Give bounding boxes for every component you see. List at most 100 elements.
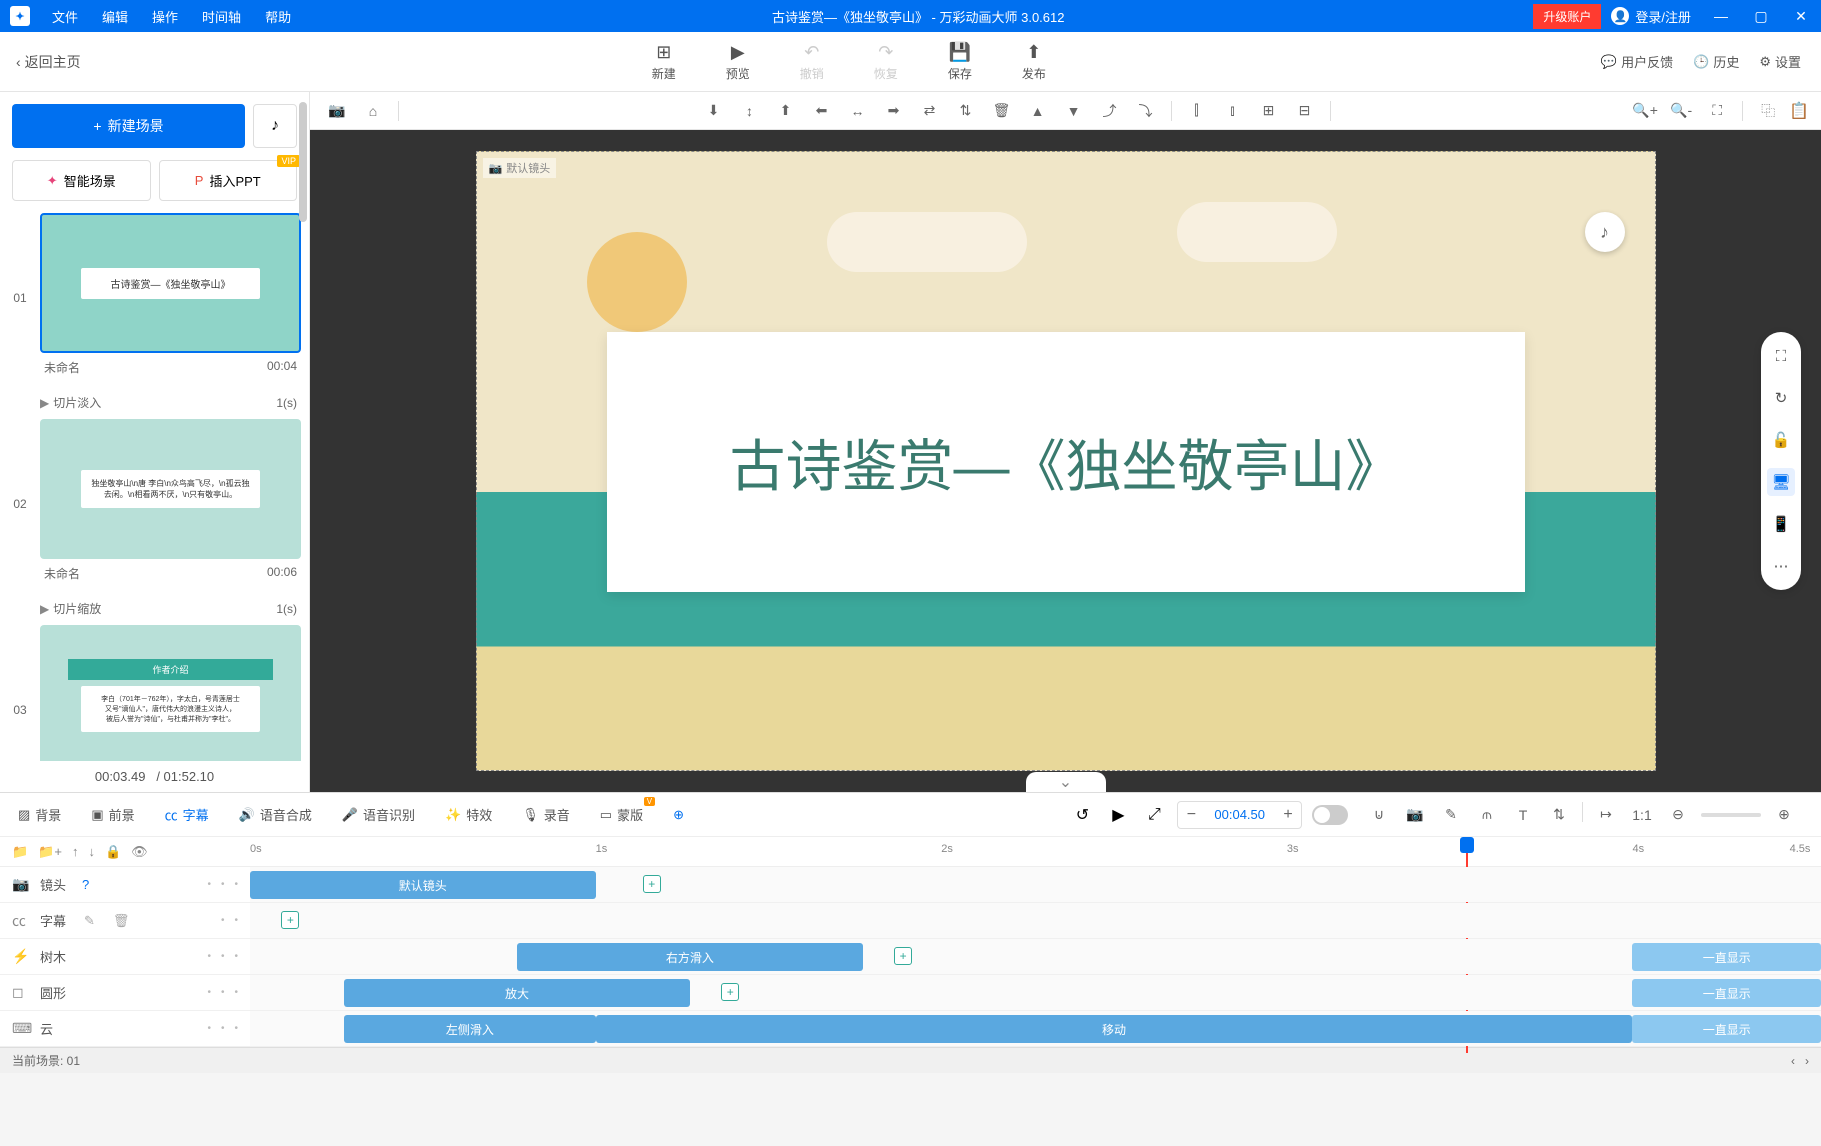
text-tool[interactable]: T: [1510, 802, 1536, 828]
paste-tool[interactable]: 📋: [1789, 101, 1809, 121]
tab-subtitle[interactable]: ㏄字幕: [159, 801, 215, 828]
track-dot[interactable]: •: [221, 1023, 225, 1034]
redo-button[interactable]: ↷恢复: [874, 42, 898, 82]
track-dot[interactable]: •: [221, 915, 225, 926]
music-float-button[interactable]: ♪: [1585, 212, 1625, 252]
track-dot[interactable]: •: [207, 1023, 211, 1034]
zoom-out-button[interactable]: ⊖: [1665, 802, 1691, 828]
smart-scene-button[interactable]: ✦智能场景: [12, 160, 151, 201]
new-scene-button[interactable]: +新建场景: [12, 104, 245, 148]
title-box[interactable]: 古诗鉴赏—《独坐敬亭山》: [607, 332, 1525, 592]
sun-shape[interactable]: [587, 232, 687, 332]
back-button[interactable]: ‹ 返回主页: [0, 52, 97, 72]
clip-always-show[interactable]: 一直显示: [1632, 979, 1821, 1007]
layer-bottom-tool[interactable]: ⤵: [1131, 96, 1161, 126]
expand-button[interactable]: ⤢: [1141, 802, 1167, 828]
save-button[interactable]: 💾保存: [948, 42, 972, 82]
tab-record[interactable]: 🎙录音: [516, 801, 576, 828]
rewind-button[interactable]: ↺: [1069, 802, 1095, 828]
scroll-left-button[interactable]: ‹: [1791, 1054, 1795, 1068]
align-left-tool[interactable]: ⬅: [807, 96, 837, 126]
track-dot[interactable]: •: [207, 879, 211, 890]
settings-button[interactable]: ⚙设置: [1759, 52, 1801, 71]
menu-help[interactable]: 帮助: [253, 0, 303, 32]
home-tool[interactable]: ⌂: [358, 96, 388, 126]
cloud-shape[interactable]: [827, 212, 1027, 272]
desktop-view-tool[interactable]: 🖥: [1767, 468, 1795, 496]
delete-icon[interactable]: 🗑: [113, 913, 130, 929]
flip-h-tool[interactable]: ⇄: [915, 96, 945, 126]
add-keyframe-button[interactable]: +: [281, 911, 299, 929]
scrollbar-thumb[interactable]: [299, 102, 307, 222]
zoom-in-tool[interactable]: 🔍+: [1630, 96, 1660, 126]
group-tool[interactable]: ⊞: [1254, 96, 1284, 126]
add-keyframe-button[interactable]: +: [894, 947, 912, 965]
camera-tool[interactable]: 📷: [322, 96, 352, 126]
new-button[interactable]: ⊞新建: [652, 42, 676, 82]
tab-effect[interactable]: ✨特效: [439, 801, 498, 828]
folder-icon[interactable]: 📁: [12, 844, 28, 860]
snap-tool[interactable]: ⊍: [1366, 802, 1392, 828]
distribute-v-tool[interactable]: ⫾: [1218, 96, 1248, 126]
more-tool[interactable]: ⋯: [1767, 552, 1795, 580]
tab-foreground[interactable]: ▣前景: [85, 801, 140, 828]
maximize-button[interactable]: ▢: [1741, 0, 1781, 32]
time-minus-button[interactable]: −: [1178, 802, 1204, 828]
canvas-viewport[interactable]: 📷默认镜头 古诗鉴赏—《独坐敬亭山》 ♪ ⛶ ↻ 🔓 🖥 📱 ⋯ ⌄: [310, 130, 1821, 792]
scene-item[interactable]: 02 独坐敬亭山\n唐 李白\n众鸟高飞尽，\n孤云独去闲。\n相看两不厌，\n…: [8, 419, 301, 588]
publish-button[interactable]: ⬆发布: [1022, 42, 1046, 82]
minimize-button[interactable]: —: [1701, 0, 1741, 32]
zoom-out-tool[interactable]: 🔍-: [1666, 96, 1696, 126]
upgrade-button[interactable]: 升级账户: [1533, 4, 1601, 29]
track-dot[interactable]: •: [234, 915, 238, 926]
track-dot[interactable]: •: [221, 879, 225, 890]
clip-slide-right[interactable]: 右方滑入: [517, 943, 863, 971]
align-middle-tool[interactable]: ↕: [735, 96, 765, 126]
playhead[interactable]: [1460, 837, 1474, 853]
scene-transition[interactable]: ▶切片缩放1(s): [8, 596, 301, 625]
track-dot[interactable]: •: [234, 987, 238, 998]
tab-asr[interactable]: 🎤语音识别: [336, 801, 421, 828]
title-text[interactable]: 古诗鉴赏—《独坐敬亭山》: [730, 422, 1402, 503]
layer-top-tool[interactable]: ⤴: [1095, 96, 1125, 126]
preview-button[interactable]: ▶预览: [726, 42, 750, 82]
tab-tts[interactable]: 🔊语音合成: [233, 801, 318, 828]
folder-add-icon[interactable]: 📁+: [38, 844, 62, 860]
lock-tool[interactable]: 🔓: [1767, 426, 1795, 454]
filter-tool[interactable]: ⫙: [1474, 802, 1500, 828]
flip-v-tool[interactable]: ⇅: [951, 96, 981, 126]
sort-tool[interactable]: ⇅: [1546, 802, 1572, 828]
track-dot[interactable]: •: [234, 1023, 238, 1034]
scene-transition[interactable]: ▶切片淡入1(s): [8, 390, 301, 419]
clip-camera[interactable]: 默认镜头: [250, 871, 596, 899]
import-ppt-button[interactable]: P插入PPTVIP: [159, 160, 298, 201]
camera-tool[interactable]: 📷: [1402, 802, 1428, 828]
edit-icon[interactable]: ✎: [84, 913, 95, 929]
fullscreen-tool[interactable]: ⛶: [1767, 342, 1795, 370]
edit-tool[interactable]: ✎: [1438, 802, 1464, 828]
align-center-tool[interactable]: ↔: [843, 96, 873, 126]
menu-file[interactable]: 文件: [40, 0, 90, 32]
scene-thumbnail[interactable]: 古诗鉴赏—《独坐敬亭山》: [40, 213, 301, 353]
align-bottom-tool[interactable]: ⬇: [699, 96, 729, 126]
tab-overlay[interactable]: ▭蒙版V: [594, 801, 649, 828]
ungroup-tool[interactable]: ⊟: [1290, 96, 1320, 126]
align-top-tool[interactable]: ⬆: [771, 96, 801, 126]
clip-move[interactable]: 移动: [596, 1015, 1633, 1043]
login-button[interactable]: 👤 登录/注册: [1601, 7, 1701, 26]
track-dot[interactable]: •: [221, 951, 225, 962]
zoom-slider[interactable]: [1701, 813, 1761, 817]
help-icon[interactable]: ?: [82, 877, 89, 892]
scene-item[interactable]: 03 作者介绍 李白（701年－762年），字太白，号青莲居士又号"谪仙人"，唐…: [8, 625, 301, 761]
scroll-right-button[interactable]: ›: [1805, 1054, 1809, 1068]
time-plus-button[interactable]: +: [1275, 802, 1301, 828]
zoom-in-button[interactable]: ⊕: [1771, 802, 1797, 828]
menu-action[interactable]: 操作: [140, 0, 190, 32]
timeline-toggle[interactable]: [1312, 805, 1348, 825]
track-dot[interactable]: •: [207, 951, 211, 962]
rotate-tool[interactable]: ↻: [1767, 384, 1795, 412]
arrow-down-icon[interactable]: ↓: [88, 844, 95, 859]
eye-icon[interactable]: 👁: [131, 844, 148, 860]
distribute-h-tool[interactable]: ⫿: [1182, 96, 1212, 126]
timeline-ruler[interactable]: 0s 1s 2s 3s 4s 4.5s: [250, 837, 1821, 866]
